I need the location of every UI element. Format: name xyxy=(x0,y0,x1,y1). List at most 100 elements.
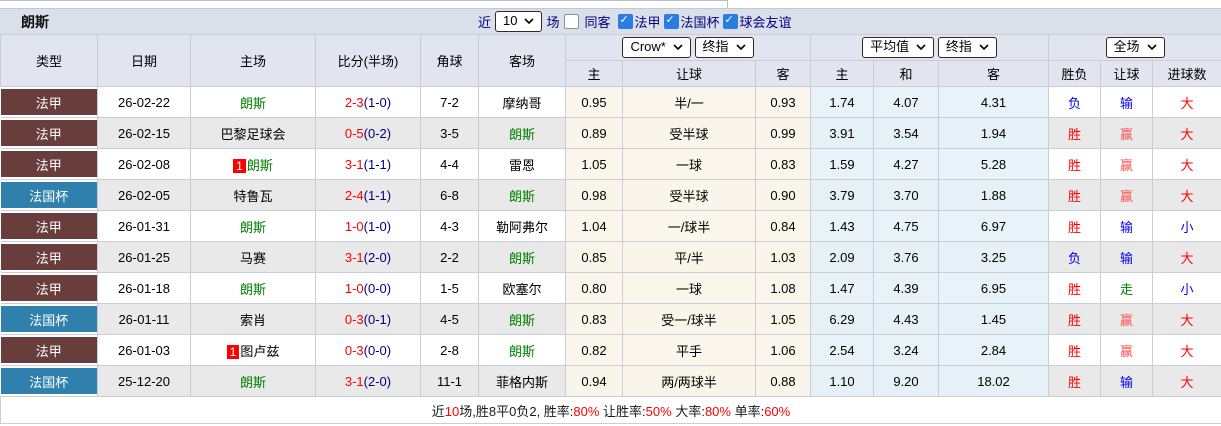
league-cell: 法甲 xyxy=(0,148,98,180)
bookmaker-select[interactable]: Crow* xyxy=(622,37,691,58)
handicap-result-cell: 输 xyxy=(1100,241,1153,273)
euro-away-odds-cell: 18.02 xyxy=(938,365,1049,397)
handicap-cell: 两/两球半 xyxy=(622,365,756,397)
corner-cell: 7-2 xyxy=(420,86,479,118)
winloss-result-cell: 胜 xyxy=(1048,365,1101,397)
full-score: 1-0 xyxy=(344,280,364,296)
home-team-cell: 朗斯 xyxy=(190,86,316,118)
title-bar: 朗斯 近 10 场 同客 法甲 法国杯 球会友谊 xyxy=(0,8,1221,34)
league-cell: 法甲 xyxy=(0,241,98,273)
home-team-cell: 索肖 xyxy=(190,303,316,335)
fulltime-select[interactable]: 全场 xyxy=(1105,37,1165,58)
score-cell: 1-0(0-0) xyxy=(315,272,421,304)
subcol-euro-away: 客 xyxy=(938,60,1049,87)
asian-home-odds-cell: 0.83 xyxy=(565,303,623,335)
league-badge: 法甲 xyxy=(0,275,97,301)
league-cell: 法甲 xyxy=(0,117,98,149)
away-team-name: 朗斯 xyxy=(508,343,535,359)
euro-away-odds-cell: 1.45 xyxy=(938,303,1049,335)
same-away-checkbox[interactable] xyxy=(563,14,579,29)
col-header-type: 类型 xyxy=(0,34,98,87)
full-score: 3-1 xyxy=(344,373,364,389)
subcol-winloss: 胜负 xyxy=(1048,60,1101,87)
summary-row: 近10场,胜8平0负2, 胜率:80% 让胜率:50% 大率:80% 单率:60… xyxy=(0,396,1221,424)
score-cell: 1-0(1-0) xyxy=(315,210,421,242)
date-cell: 26-01-11 xyxy=(97,303,191,335)
handicap-cell: 一球 xyxy=(622,272,756,304)
winloss-result-cell: 胜 xyxy=(1048,148,1101,180)
euro-draw-odds-cell: 4.39 xyxy=(873,272,939,304)
euro-away-odds-cell: 6.95 xyxy=(938,272,1049,304)
league-badge: 法甲 xyxy=(0,244,97,270)
asian-away-odds-cell: 0.84 xyxy=(755,210,811,242)
euro-away-odds-cell: 5.28 xyxy=(938,148,1049,180)
half-score: (0-1) xyxy=(363,311,392,327)
subcol-asian-away: 客 xyxy=(755,60,811,87)
handicap-result-cell: 输 xyxy=(1100,365,1153,397)
league-cell: 法甲 xyxy=(0,272,98,304)
away-team-name: 雷恩 xyxy=(508,157,535,173)
subcol-handicap-result: 让球 xyxy=(1100,60,1153,87)
euro-away-odds-cell: 1.88 xyxy=(938,179,1049,211)
date-cell: 26-02-08 xyxy=(97,148,191,180)
home-team-cell: 朗斯 xyxy=(190,210,316,242)
goals-result-cell: 小 xyxy=(1151,272,1221,304)
league-badge: 法国杯 xyxy=(0,306,97,332)
away-team-name: 菲格内斯 xyxy=(495,374,548,390)
league-badge: 法国杯 xyxy=(0,182,97,208)
euro-draw-odds-cell: 4.43 xyxy=(873,303,939,335)
handicap-cell: 平/半 xyxy=(622,241,756,273)
away-team-cell: 菲格内斯 xyxy=(478,365,566,397)
checkbox-法甲[interactable] xyxy=(617,13,633,29)
euro-odds-stage-value: 终指 xyxy=(945,39,972,54)
league-cell: 法国杯 xyxy=(0,179,98,211)
col-header-home: 主场 xyxy=(190,34,316,87)
bookmaker-select-value: Crow* xyxy=(630,39,666,54)
score-cell: 3-1(2-0) xyxy=(315,365,421,397)
summary-segment: 场,胜8平0负2, 胜率: xyxy=(459,403,574,419)
away-team-name: 朗斯 xyxy=(508,250,535,266)
asian-home-odds-cell: 0.82 xyxy=(565,334,623,366)
league-badge: 法国杯 xyxy=(0,368,97,394)
away-team-name: 朗斯 xyxy=(508,312,535,328)
euro-odds-stage-select[interactable]: 终指 xyxy=(937,37,997,58)
checkbox-球会友谊[interactable] xyxy=(722,13,738,29)
euro-draw-odds-cell: 4.07 xyxy=(873,86,939,118)
date-cell: 26-01-03 xyxy=(97,334,191,366)
checkbox-法国杯[interactable] xyxy=(663,13,679,29)
asian-odds-stage-select[interactable]: 终指 xyxy=(694,37,754,58)
full-score: 0-5 xyxy=(344,125,364,141)
half-score: (0-0) xyxy=(363,342,392,358)
euro-home-odds-cell: 2.54 xyxy=(810,334,874,366)
home-team-name: 朗斯 xyxy=(239,95,266,111)
asian-away-odds-cell: 0.88 xyxy=(755,365,811,397)
half-score: (2-0) xyxy=(363,249,392,265)
chevron-down-icon xyxy=(979,44,989,50)
table-row: 法甲 26-02-08 1 朗斯 3-1(1-1) 4-4 雷恩 1.05 一球 0.83 1.59… xyxy=(0,148,1221,180)
euro-home-odds-cell: 1.74 xyxy=(810,86,874,118)
euro-home-odds-cell: 3.79 xyxy=(810,179,874,211)
asian-home-odds-cell: 0.94 xyxy=(565,365,623,397)
handicap-result-cell: 走 xyxy=(1100,272,1153,304)
chevron-down-icon xyxy=(916,44,926,50)
home-team-name: 朗斯 xyxy=(246,157,273,173)
recent-count-select[interactable]: 10 xyxy=(495,11,543,32)
euro-draw-odds-cell: 4.27 xyxy=(873,148,939,180)
corner-cell: 3-5 xyxy=(420,117,479,149)
euro-odds-source-select[interactable]: 平均值 xyxy=(862,37,935,58)
subcol-handicap: 让球 xyxy=(622,60,756,87)
handicap-cell: 受半球 xyxy=(622,179,756,211)
home-team-name: 马赛 xyxy=(239,250,266,266)
same-away-label: 同客 xyxy=(584,15,611,30)
corner-cell: 2-2 xyxy=(420,241,479,273)
asian-home-odds-cell: 0.95 xyxy=(565,86,623,118)
home-team-name: 朗斯 xyxy=(239,219,266,235)
full-score: 3-1 xyxy=(344,156,364,172)
table-row: 法国杯 26-02-05 特鲁瓦 2-4(1-1) 6-8 朗斯 0.98 受半球 0.90 3.… xyxy=(0,179,1221,211)
euro-draw-odds-cell: 3.70 xyxy=(873,179,939,211)
full-score: 2-4 xyxy=(344,187,364,203)
winloss-result-cell: 胜 xyxy=(1048,334,1101,366)
away-team-name: 欧塞尔 xyxy=(502,281,542,297)
away-team-cell: 朗斯 xyxy=(478,179,566,211)
euro-away-odds-cell: 1.94 xyxy=(938,117,1049,149)
